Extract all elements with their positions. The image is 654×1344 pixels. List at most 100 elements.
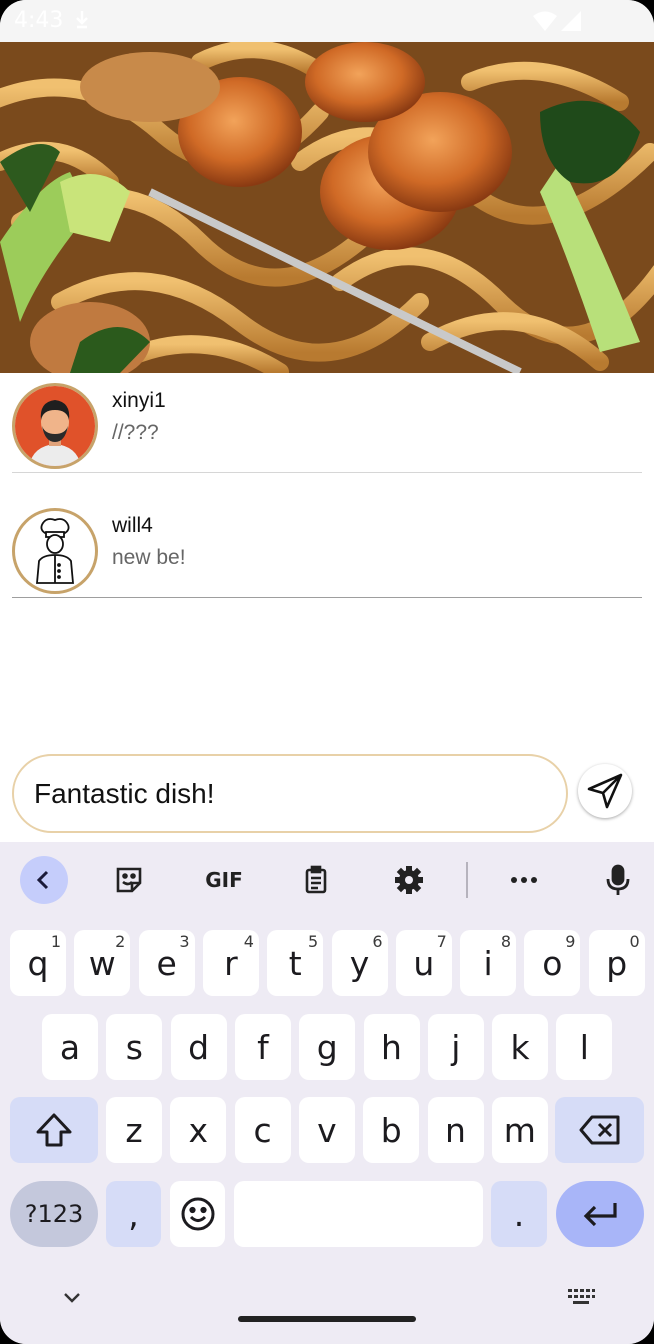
key-label: y	[349, 943, 370, 983]
key-o[interactable]: o9	[524, 930, 581, 996]
comma-key[interactable]: ,	[106, 1181, 161, 1247]
emoji-icon	[181, 1197, 214, 1231]
key-p[interactable]: p0	[588, 930, 645, 996]
key-hint: 3	[179, 932, 190, 951]
key-q[interactable]: q1	[10, 930, 66, 996]
key-hint: 1	[50, 932, 61, 951]
key-label: j	[451, 1027, 461, 1067]
comment-text: //???	[112, 421, 159, 444]
key-l[interactable]: l	[556, 1014, 613, 1080]
key-hint: 0	[629, 932, 640, 951]
key-label: d	[188, 1027, 210, 1067]
gesture-nav-handle[interactable]	[238, 1316, 416, 1322]
key-label: f	[257, 1027, 269, 1067]
key-label: l	[579, 1027, 589, 1067]
download-icon	[76, 11, 88, 29]
key-h[interactable]: h	[363, 1014, 420, 1080]
send-icon	[587, 773, 623, 809]
soft-keyboard: GIF ?123 , . q 1 w 2 e 3 r 4 t 5 y 6 u 7…	[0, 842, 654, 1344]
key-hint: 6	[372, 932, 383, 951]
key-hint: 5	[308, 932, 319, 951]
key-e[interactable]: e3	[138, 930, 195, 996]
key-label: u	[413, 943, 435, 983]
comment-item: xinyi1 //???	[12, 375, 642, 473]
key-c[interactable]: c	[234, 1097, 291, 1163]
hide-keyboard-icon[interactable]	[60, 1286, 84, 1310]
comma-key-label: ,	[128, 1194, 139, 1234]
shift-key[interactable]	[10, 1097, 98, 1163]
enter-icon	[583, 1203, 617, 1227]
period-key-label: .	[513, 1194, 525, 1234]
toolbar-divider	[466, 862, 468, 898]
key-label: t	[288, 943, 302, 983]
key-hint: 4	[243, 932, 254, 951]
key-z[interactable]: z	[106, 1097, 162, 1163]
key-a[interactable]: a	[42, 1014, 98, 1080]
key-f[interactable]: f	[234, 1014, 291, 1080]
key-b[interactable]: b	[363, 1097, 420, 1163]
emoji-key[interactable]	[170, 1181, 225, 1247]
key-d[interactable]: d	[170, 1014, 227, 1080]
key-label: g	[316, 1027, 338, 1067]
signal-icon	[561, 11, 581, 31]
key-s[interactable]: s	[106, 1014, 163, 1080]
key-label: e	[156, 943, 177, 983]
key-label: z	[125, 1110, 143, 1150]
key-label: a	[59, 1027, 81, 1067]
key-label: o	[542, 943, 563, 983]
key-k[interactable]: k	[492, 1014, 549, 1080]
key-w[interactable]: w2	[74, 930, 131, 996]
comment-text: new be!	[112, 546, 186, 569]
key-label: b	[380, 1110, 402, 1150]
enter-key[interactable]	[556, 1181, 644, 1247]
key-hint: 2	[115, 932, 126, 951]
key-label: n	[445, 1110, 466, 1150]
backspace-key[interactable]	[555, 1097, 644, 1163]
key-g[interactable]: g	[299, 1014, 356, 1080]
gif-label: GIF	[205, 868, 243, 892]
keyboard-toolbar: GIF	[0, 842, 654, 918]
phone-screen: 4:43 xinyi1 //??? will4 new be! Fantasti…	[0, 0, 654, 1344]
key-m[interactable]: m	[491, 1097, 548, 1163]
back-icon[interactable]	[20, 856, 68, 904]
key-hint: 7	[436, 932, 447, 951]
key-i[interactable]: i8	[460, 930, 517, 996]
key-label: h	[381, 1027, 402, 1067]
key-j[interactable]: j	[427, 1014, 484, 1080]
clipboard-icon[interactable]	[292, 856, 340, 904]
settings-icon[interactable]	[385, 856, 433, 904]
comment-username: xinyi1	[112, 389, 166, 412]
dish-photo	[0, 42, 654, 373]
more-icon[interactable]	[500, 856, 548, 904]
key-y[interactable]: y6	[331, 930, 388, 996]
key-label: m	[503, 1110, 536, 1150]
key-hint: 8	[500, 932, 512, 951]
key-x[interactable]: x	[170, 1097, 227, 1163]
comment-username: will4	[112, 514, 153, 537]
send-button[interactable]	[578, 764, 632, 818]
key-label: x	[188, 1110, 209, 1150]
key-label: c	[253, 1110, 272, 1150]
period-key[interactable]: .	[491, 1181, 547, 1247]
symbols-key[interactable]: ?123	[10, 1181, 98, 1247]
key-u[interactable]: u7	[395, 930, 452, 996]
space-key[interactable]	[234, 1181, 483, 1247]
shift-icon	[36, 1113, 72, 1147]
status-bar: 4:43	[0, 0, 654, 42]
avatar[interactable]	[12, 508, 98, 594]
key-label: k	[510, 1027, 530, 1067]
status-time: 4:43	[14, 8, 64, 33]
key-t[interactable]: t5	[267, 930, 324, 996]
key-r[interactable]: r4	[202, 930, 259, 996]
key-v[interactable]: v	[298, 1097, 355, 1163]
key-label: q	[27, 943, 49, 983]
sticker-icon[interactable]	[105, 856, 153, 904]
key-n[interactable]: n	[427, 1097, 484, 1163]
gif-button[interactable]: GIF	[198, 856, 250, 904]
mic-icon[interactable]	[594, 856, 642, 904]
key-label: v	[317, 1110, 337, 1150]
key-label: p	[606, 943, 628, 983]
avatar[interactable]	[12, 383, 98, 469]
keyboard-switch-icon[interactable]	[566, 1286, 596, 1310]
comment-input[interactable]: Fantastic dish!	[12, 754, 568, 833]
